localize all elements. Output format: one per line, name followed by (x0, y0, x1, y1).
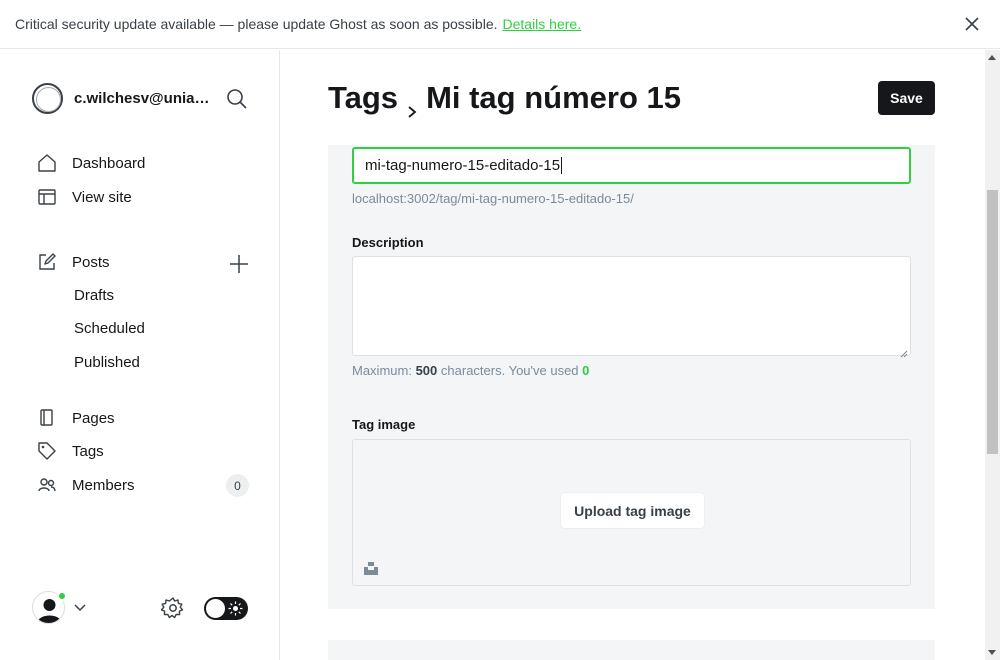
page-title: Tags Mi tag número 15 (328, 80, 681, 118)
breadcrumb-tags[interactable]: Tags (328, 80, 398, 116)
nav-dashboard-label: Dashboard (72, 154, 146, 172)
tag-image-label: Tag image (352, 417, 416, 432)
main-content: Tags Mi tag número 15 Save mi-tag-numero… (281, 50, 985, 660)
char-count-mid: characters. You've used (440, 363, 579, 378)
tag-image-dropzone[interactable]: Upload tag image (352, 439, 911, 586)
chevron-right-icon (405, 91, 419, 118)
char-count-max: 500 (415, 363, 438, 378)
nav-members[interactable]: Members (37, 472, 135, 498)
tag-title: Mi tag número 15 (426, 80, 681, 115)
browser-icon (37, 187, 57, 207)
slug-value: mi-tag-numero-15-editado-15 (365, 157, 561, 174)
nav-pages[interactable]: Pages (37, 405, 115, 431)
tag-icon (37, 441, 57, 461)
members-count-badge: 0 (226, 474, 249, 497)
nav-drafts[interactable]: Drafts (74, 287, 114, 304)
scroll-up-arrow-icon[interactable] (988, 55, 996, 60)
members-icon (37, 475, 57, 495)
pages-icon (37, 408, 57, 428)
home-icon (37, 153, 57, 173)
new-post-plus-icon[interactable] (228, 253, 250, 275)
search-icon[interactable] (226, 88, 248, 110)
nav-view-site[interactable]: View site (37, 184, 132, 210)
update-banner: Critical security update available — ple… (0, 0, 1000, 49)
chevron-down-icon[interactable] (73, 601, 87, 615)
slug-input[interactable]: mi-tag-numero-15-editado-15 (352, 147, 911, 184)
close-icon[interactable] (962, 14, 982, 34)
online-status-dot (57, 591, 67, 601)
account-name: c.wilchesv@uniandes.edu.co (74, 90, 210, 107)
slug-url-preview: localhost:3002/tag/mi-tag-numero-15-edit… (352, 191, 634, 206)
site-logo (32, 83, 63, 114)
unsplash-icon[interactable] (364, 561, 378, 575)
dark-mode-toggle[interactable] (204, 597, 248, 620)
nav-view-site-label: View site (72, 188, 132, 206)
pencil-icon (37, 252, 57, 272)
nav-posts-label: Posts (72, 253, 110, 271)
description-textarea[interactable] (352, 256, 911, 358)
nav-dashboard[interactable]: Dashboard (37, 150, 145, 176)
scrollbar-thumb[interactable] (987, 190, 998, 454)
save-button[interactable]: Save (878, 81, 935, 115)
sun-icon (228, 601, 243, 616)
nav-pages-label: Pages (72, 409, 115, 427)
upload-tag-image-button[interactable]: Upload tag image (561, 493, 704, 528)
banner-message: Critical security update available — ple… (15, 16, 498, 32)
char-count: Maximum: 500 characters. You've used 0 (352, 363, 589, 378)
char-count-used: 0 (582, 363, 590, 378)
char-count-prefix: Maximum: (352, 363, 412, 378)
site-brand[interactable]: c.wilchesv@uniandes.edu.co (32, 83, 210, 114)
tag-settings-panel: mi-tag-numero-15-editado-15 localhost:30… (328, 145, 935, 609)
next-settings-panel (328, 640, 935, 660)
nav-scheduled[interactable]: Scheduled (74, 320, 145, 337)
nav-tags-label: Tags (72, 442, 104, 460)
nav-tags[interactable]: Tags (37, 438, 104, 464)
resize-grip-icon[interactable] (900, 345, 908, 358)
sidebar: c.wilchesv@uniandes.edu.co Dashboard Vie… (0, 50, 280, 660)
description-label: Description (352, 235, 424, 250)
gear-icon[interactable] (160, 596, 185, 620)
nav-posts[interactable]: Posts (37, 249, 110, 275)
text-caret (561, 157, 563, 174)
details-link[interactable]: Details here. (503, 16, 582, 32)
scrollbar[interactable] (985, 50, 1000, 660)
toggle-knob (206, 599, 225, 618)
nav-members-label: Members (72, 476, 135, 494)
scroll-down-arrow-icon[interactable] (988, 650, 996, 655)
nav-published[interactable]: Published (74, 354, 140, 371)
